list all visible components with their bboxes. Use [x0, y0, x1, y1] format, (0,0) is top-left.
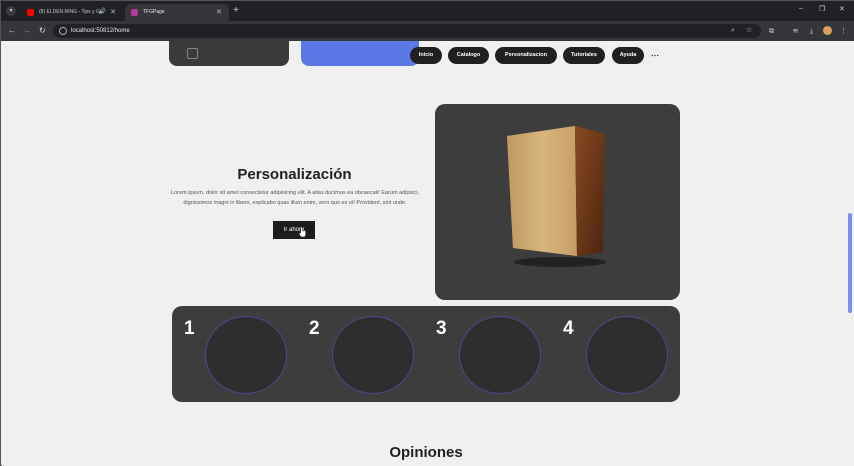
- nav-catalogo[interactable]: Catalogo: [448, 47, 489, 64]
- step-number: 3: [436, 318, 447, 339]
- close-tab-icon[interactable]: ✕: [110, 4, 116, 21]
- menu-kebab-icon[interactable]: ⋮: [839, 27, 848, 36]
- nav-personalizacion[interactable]: Personalizacion: [495, 47, 557, 64]
- step-number: 4: [563, 318, 574, 339]
- step-circle[interactable]: [332, 316, 414, 394]
- more-options-icon[interactable]: ⋯: [651, 47, 659, 64]
- step-circle[interactable]: [205, 316, 287, 394]
- new-tab-button[interactable]: +: [233, 4, 239, 18]
- url-text[interactable]: localhost:50812/home: [71, 24, 130, 38]
- cajon-image: [507, 126, 606, 267]
- speaker-icon[interactable]: 🔊: [99, 4, 106, 21]
- nav-ayuda[interactable]: Ayuda: [612, 47, 644, 64]
- browser-toolbar: ← → ↻ localhost:50812/home ⌕ ☆ ⧉ ≋ ⤓ ⋮: [1, 21, 854, 41]
- tab-title: TFGPage: [143, 9, 165, 15]
- cast-icon[interactable]: ≋: [791, 27, 800, 36]
- nav-tutoriales[interactable]: Tutoriales: [563, 47, 605, 64]
- bookmark-star-icon[interactable]: ☆: [746, 24, 752, 38]
- hero-description: Lorem ipsum, dolor sit amet consectetur …: [171, 190, 419, 206]
- browser-window: ▾ (8) ELDEN RING - Tips y G... 🔊 ✕ TFGPa…: [0, 0, 854, 466]
- youtube-icon: [27, 9, 34, 16]
- page-scrollbar[interactable]: [848, 213, 852, 313]
- profile-avatar[interactable]: [823, 26, 832, 35]
- close-tab-icon[interactable]: ✕: [216, 4, 222, 21]
- logo-cube-icon: [187, 48, 198, 59]
- tab-elden-ring[interactable]: (8) ELDEN RING - Tips y G... 🔊 ✕: [21, 4, 123, 21]
- tab-search-icon[interactable]: ▾: [6, 6, 16, 16]
- nav-inicio[interactable]: Inicio: [410, 47, 442, 64]
- page-favicon-icon: [131, 9, 138, 16]
- forward-button[interactable]: →: [23, 24, 31, 38]
- steps-panel: 1 2 3 4: [172, 306, 680, 402]
- close-window-button[interactable]: ✕: [839, 5, 845, 13]
- logo-card[interactable]: [169, 41, 289, 66]
- step-number: 2: [309, 318, 320, 339]
- opinions-heading: Opiniones: [389, 444, 463, 461]
- step-circle[interactable]: [586, 316, 668, 394]
- tab-strip: ▾ (8) ELDEN RING - Tips y G... 🔊 ✕ TFGPa…: [1, 1, 854, 21]
- tab-tfgpage[interactable]: TFGPage ✕: [125, 4, 229, 21]
- step-number: 1: [184, 318, 195, 339]
- hero-title: Personalización: [237, 166, 352, 183]
- hand-cursor-icon: [299, 227, 306, 237]
- back-button[interactable]: ←: [8, 24, 16, 38]
- ir-ahora-button[interactable]: Ir ahora: [273, 221, 315, 239]
- minimize-button[interactable]: –: [799, 5, 803, 12]
- reload-button[interactable]: ↻: [39, 24, 46, 38]
- web-page: Inicio Catalogo Personalizacion Tutorial…: [2, 41, 854, 466]
- tab-title: (8) ELDEN RING - Tips y G...: [39, 9, 105, 15]
- header-accent-block: [301, 41, 419, 66]
- restore-button[interactable]: ❐: [819, 5, 825, 13]
- site-info-icon[interactable]: [59, 27, 67, 35]
- zoom-icon[interactable]: ⌕: [731, 24, 735, 38]
- address-bar[interactable]: localhost:50812/home ⌕ ☆: [53, 24, 761, 38]
- download-icon[interactable]: ⤓: [807, 27, 816, 36]
- extensions-icon[interactable]: ⧉: [767, 27, 776, 36]
- product-image-card: [435, 104, 680, 300]
- step-circle[interactable]: [459, 316, 541, 394]
